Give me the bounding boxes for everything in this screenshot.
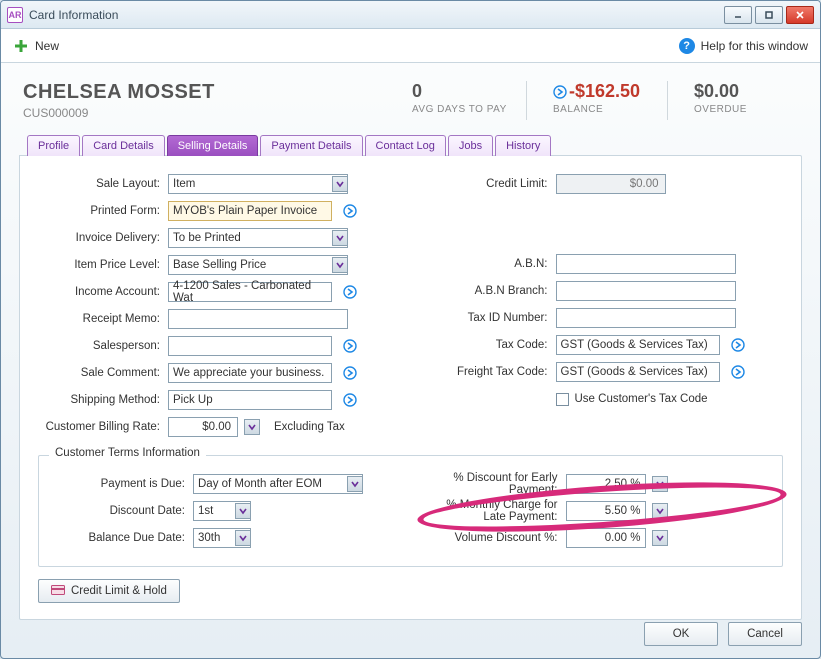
receipt-memo-label: Receipt Memo:: [38, 313, 168, 325]
maximize-button[interactable]: [755, 6, 783, 24]
printed-form-input[interactable]: MYOB's Plain Paper Invoice: [168, 201, 332, 221]
late-charge-input[interactable]: 5.50 %: [566, 501, 646, 521]
new-label: New: [35, 39, 59, 53]
discount-date-label: Discount Date:: [53, 505, 193, 517]
credit-limit-label: Credit Limit:: [426, 178, 556, 190]
early-discount-input[interactable]: 2.50 %: [566, 474, 646, 494]
freight-tax-input[interactable]: GST (Goods & Services Tax): [556, 362, 720, 382]
close-button[interactable]: [786, 6, 814, 24]
balance-value[interactable]: -$162.50: [553, 81, 640, 102]
chevron-down-icon: [347, 476, 363, 492]
help-icon: ?: [679, 38, 695, 54]
lookup-icon[interactable]: [342, 284, 358, 300]
chevron-down-icon[interactable]: [652, 476, 668, 492]
customer-id: CUS000009: [23, 106, 386, 120]
app-icon: AR: [7, 7, 23, 23]
lookup-icon[interactable]: [730, 337, 746, 353]
tax-id-input[interactable]: [556, 308, 736, 328]
lookup-icon[interactable]: [342, 338, 358, 354]
tab-card-details[interactable]: Card Details: [82, 135, 165, 156]
tab-contact-log[interactable]: Contact Log: [365, 135, 446, 156]
chevron-down-icon: [332, 230, 348, 246]
lookup-icon[interactable]: [342, 392, 358, 408]
overdue-value: $0.00: [694, 81, 798, 102]
payment-due-label: Payment is Due:: [53, 478, 193, 490]
terms-group-title: Customer Terms Information: [49, 447, 206, 459]
abn-branch-label: A.B.N Branch:: [426, 285, 556, 297]
chevron-down-icon[interactable]: [244, 419, 260, 435]
new-button[interactable]: New: [13, 38, 59, 54]
credit-limit-hold-label: Credit Limit & Hold: [71, 585, 167, 597]
freight-tax-label: Freight Tax Code:: [426, 366, 556, 378]
salesperson-input[interactable]: [168, 336, 332, 356]
sale-comment-label: Sale Comment:: [38, 367, 168, 379]
sale-layout-select[interactable]: Item: [168, 174, 348, 194]
chevron-down-icon[interactable]: [652, 503, 668, 519]
tab-payment-details[interactable]: Payment Details: [260, 135, 362, 156]
tax-code-input[interactable]: GST (Goods & Services Tax): [556, 335, 720, 355]
abn-input[interactable]: [556, 254, 736, 274]
early-discount-label: % Discount for Early Payment:: [426, 472, 566, 496]
item-price-label: Item Price Level:: [38, 259, 168, 271]
salesperson-label: Salesperson:: [38, 340, 168, 352]
income-account-label: Income Account:: [38, 286, 168, 298]
card-icon: [51, 585, 65, 598]
lookup-icon[interactable]: [730, 364, 746, 380]
excluding-tax-label: Excluding Tax: [274, 421, 345, 433]
payment-due-select[interactable]: Day of Month after EOM: [193, 474, 363, 494]
billing-rate-input[interactable]: $0.00: [168, 417, 238, 437]
overdue-label: OVERDUE: [694, 104, 798, 115]
chevron-down-icon: [332, 176, 348, 192]
late-charge-label: % Monthly Charge for Late Payment:: [426, 499, 566, 523]
chevron-down-icon: [235, 503, 251, 519]
invoice-delivery-label: Invoice Delivery:: [38, 232, 168, 244]
lookup-icon[interactable]: [342, 203, 358, 219]
receipt-memo-input[interactable]: [168, 309, 348, 329]
avg-days-label: AVG DAYS TO PAY: [412, 104, 516, 115]
abn-label: A.B.N:: [426, 258, 556, 270]
balance-due-select[interactable]: 30th: [193, 528, 251, 548]
cancel-button[interactable]: Cancel: [728, 622, 802, 646]
help-link[interactable]: ? Help for this window: [679, 38, 808, 54]
chevron-down-icon[interactable]: [652, 530, 668, 546]
balance-due-label: Balance Due Date:: [53, 532, 193, 544]
printed-form-label: Printed Form:: [38, 205, 168, 217]
tax-code-label: Tax Code:: [426, 339, 556, 351]
item-price-select[interactable]: Base Selling Price: [168, 255, 348, 275]
billing-rate-label: Customer Billing Rate:: [38, 421, 168, 433]
use-customer-tax-checkbox[interactable]: Use Customer's Tax Code: [556, 393, 708, 406]
use-customer-tax-label: Use Customer's Tax Code: [575, 393, 708, 405]
tab-jobs[interactable]: Jobs: [448, 135, 493, 156]
lookup-icon[interactable]: [342, 365, 358, 381]
balance-label: BALANCE: [553, 104, 657, 115]
ok-button[interactable]: OK: [644, 622, 718, 646]
tax-id-label: Tax ID Number:: [426, 312, 556, 324]
credit-limit-hold-button[interactable]: Credit Limit & Hold: [38, 579, 180, 603]
shipping-method-input[interactable]: Pick Up: [168, 390, 332, 410]
plus-icon: [13, 38, 29, 54]
abn-branch-input[interactable]: [556, 281, 736, 301]
customer-name: CHELSEA MOSSET: [23, 81, 386, 104]
chevron-down-icon: [235, 530, 251, 546]
checkbox-icon: [556, 393, 569, 406]
balance-drill-icon: [553, 85, 567, 99]
sale-layout-label: Sale Layout:: [38, 178, 168, 190]
volume-discount-input[interactable]: 0.00 %: [566, 528, 646, 548]
volume-discount-label: Volume Discount %:: [426, 532, 566, 544]
shipping-method-label: Shipping Method:: [38, 394, 168, 406]
chevron-down-icon: [332, 257, 348, 273]
window-title: Card Information: [29, 8, 118, 22]
help-label: Help for this window: [701, 39, 808, 53]
discount-date-select[interactable]: 1st: [193, 501, 251, 521]
sale-comment-input[interactable]: We appreciate your business.: [168, 363, 332, 383]
credit-limit-field: $0.00: [556, 174, 666, 194]
minimize-button[interactable]: [724, 6, 752, 24]
invoice-delivery-select[interactable]: To be Printed: [168, 228, 348, 248]
tab-selling-details[interactable]: Selling Details: [167, 135, 259, 156]
avg-days-value: 0: [412, 81, 516, 102]
income-account-input[interactable]: 4-1200 Sales - Carbonated Wat: [168, 282, 332, 302]
tab-history[interactable]: History: [495, 135, 551, 156]
tab-profile[interactable]: Profile: [27, 135, 80, 156]
